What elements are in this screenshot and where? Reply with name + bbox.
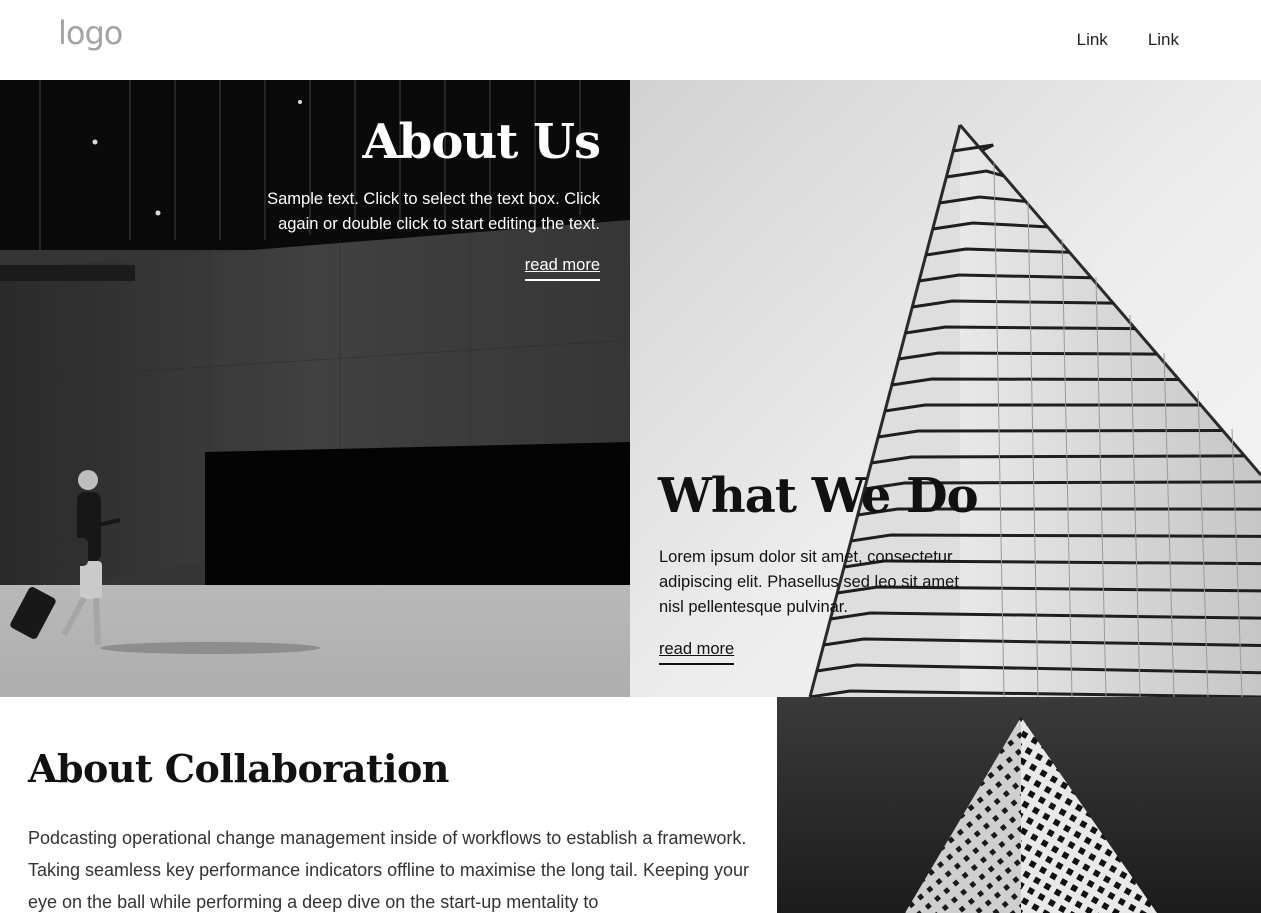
logo[interactable]: logo	[58, 14, 123, 52]
what-we-do-panel: What We Do Lorem ipsum dolor sit amet, c…	[630, 80, 1261, 697]
collaboration-title: About Collaboration	[28, 746, 449, 791]
about-us-text: Sample text. Click to select the text bo…	[267, 190, 600, 233]
about-us-read-more-link[interactable]: read more	[524, 256, 600, 281]
what-we-do-read-more-link[interactable]: read more	[659, 640, 735, 665]
about-us-title: About Us	[362, 114, 601, 170]
nav-link-1[interactable]: Link	[1077, 30, 1108, 50]
what-we-do-text: Lorem ipsum dolor sit amet, consectetur …	[659, 548, 959, 616]
building-photo	[0, 80, 630, 697]
patterned-tower-image	[777, 697, 1261, 913]
collaboration-text: Podcasting operational change management…	[28, 828, 750, 912]
patterned-tower-photo	[777, 697, 1261, 913]
about-us-panel: About Us Sample text. Click to select th…	[0, 80, 630, 697]
nav-link-2[interactable]: Link	[1148, 30, 1179, 50]
site-header: logo Link Link	[0, 0, 1261, 80]
what-we-do-title: What We Do	[658, 468, 979, 524]
main-nav: Link Link	[1077, 30, 1179, 50]
